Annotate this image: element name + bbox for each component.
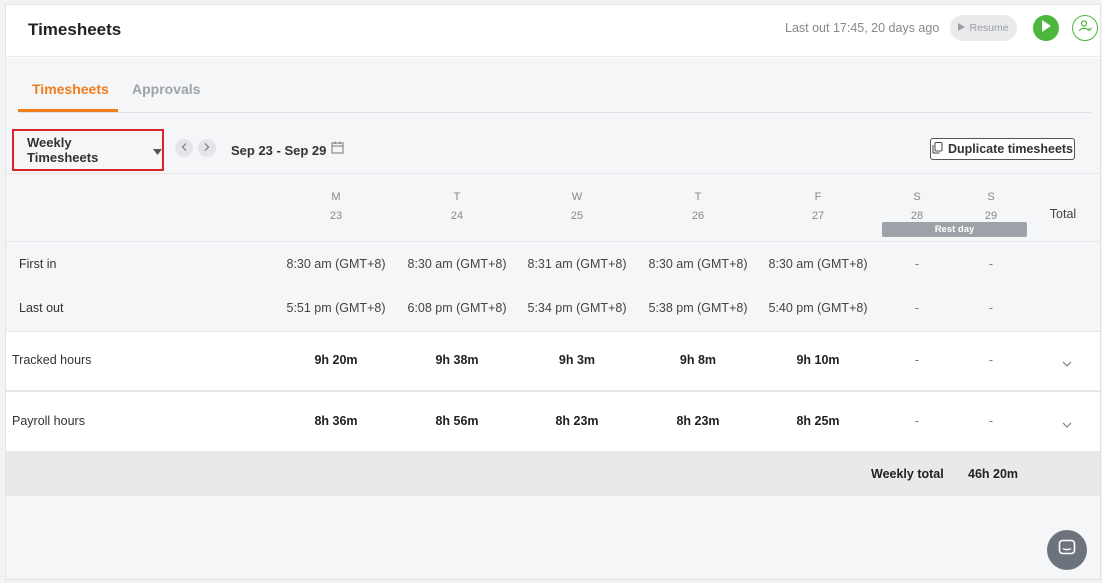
- tracked-hours-cell: 9h 20m: [314, 353, 358, 367]
- expand-tracked-chevron-icon[interactable]: [1061, 357, 1073, 369]
- user-profile-button[interactable]: [1072, 15, 1098, 41]
- chat-launcher-button[interactable]: [1047, 530, 1087, 570]
- last-out-status: Last out 17:45, 20 days ago: [785, 21, 940, 35]
- play-icon: [1041, 19, 1051, 37]
- day-header-tue: T 24: [450, 191, 464, 222]
- last-out-cell: 5:40 pm (GMT+8): [768, 301, 868, 315]
- calendar-icon[interactable]: [331, 141, 344, 159]
- main-content: Timesheets Approvals: [6, 58, 1100, 579]
- tracked-hours-cell: 9h 38m: [435, 353, 479, 367]
- active-tab-indicator: [18, 109, 118, 112]
- last-out-cell: 5:34 pm (GMT+8): [527, 301, 627, 315]
- chat-icon: [1058, 539, 1076, 562]
- weekly-total-value: 46h 20m: [968, 467, 1019, 481]
- tracked-hours-cell: 9h 10m: [796, 353, 840, 367]
- previous-week-button[interactable]: [175, 139, 193, 157]
- day-header-wed: W 25: [570, 191, 584, 222]
- last-out-cell: -: [988, 301, 994, 315]
- user-icon: [1078, 19, 1092, 38]
- duplicate-label: Duplicate timesheets: [947, 142, 1074, 156]
- resume-button[interactable]: Resume: [950, 15, 1017, 41]
- payroll-hours-label: Payroll hours: [12, 414, 85, 428]
- duplicate-timesheets-button[interactable]: Duplicate timesheets: [930, 138, 1075, 160]
- tab-approvals[interactable]: Approvals: [132, 81, 200, 97]
- resume-label: Resume: [969, 22, 1009, 34]
- day-header-sun: S 29: [984, 191, 998, 222]
- chevron-left-icon: [181, 142, 187, 154]
- tab-bar: Timesheets Approvals: [18, 58, 1091, 113]
- tracked-hours-cell: 9h 3m: [558, 353, 596, 367]
- view-select-dropdown[interactable]: Weekly Timesheets: [12, 129, 164, 171]
- play-small-icon: [958, 22, 966, 34]
- app-window: Timesheets Last out 17:45, 20 days ago R…: [5, 4, 1101, 580]
- last-out-cell: 5:38 pm (GMT+8): [648, 301, 748, 315]
- chevron-right-icon: [204, 142, 210, 154]
- payroll-hours-cell: -: [988, 414, 994, 428]
- date-range-label: Sep 23 - Sep 29: [231, 143, 327, 158]
- payroll-hours-cell: 8h 23m: [555, 414, 599, 428]
- header-divider: [6, 241, 1100, 242]
- tracked-hours-cell: -: [988, 353, 994, 367]
- day-header-fri: F 27: [811, 191, 825, 222]
- day-header-mon: M 23: [329, 191, 343, 222]
- start-timer-button[interactable]: [1033, 15, 1059, 41]
- first-in-cell: 8:30 am (GMT+8): [768, 257, 868, 271]
- first-in-cell: 8:30 am (GMT+8): [407, 257, 507, 271]
- top-header: Timesheets Last out 17:45, 20 days ago R…: [6, 5, 1100, 57]
- view-select-label: Weekly Timesheets: [27, 135, 99, 165]
- tracked-hours-cell: 9h 8m: [679, 353, 717, 367]
- first-in-cell: 8:30 am (GMT+8): [286, 257, 386, 271]
- next-week-button[interactable]: [198, 139, 216, 157]
- first-in-label: First in: [19, 257, 57, 271]
- payroll-hours-cell: 8h 23m: [676, 414, 720, 428]
- rest-day-badge: Rest day: [882, 222, 1027, 237]
- payroll-hours-cell: 8h 36m: [314, 414, 358, 428]
- expand-payroll-chevron-icon[interactable]: [1061, 418, 1073, 430]
- payroll-hours-cell: 8h 25m: [796, 414, 840, 428]
- copy-icon: [932, 141, 943, 157]
- last-out-cell: 5:51 pm (GMT+8): [286, 301, 386, 315]
- tracked-hours-label: Tracked hours: [12, 353, 92, 367]
- first-in-cell: 8:30 am (GMT+8): [648, 257, 748, 271]
- page-title: Timesheets: [28, 20, 122, 39]
- weekly-total-label: Weekly total: [871, 467, 944, 481]
- toolbar-divider: [6, 173, 1100, 174]
- last-out-cell: 6:08 pm (GMT+8): [407, 301, 507, 315]
- first-in-cell: -: [988, 257, 994, 271]
- last-out-label: Last out: [19, 301, 64, 315]
- payroll-hours-cell: 8h 56m: [435, 414, 479, 428]
- day-header-thu: T 26: [691, 191, 705, 222]
- caret-down-icon: [153, 143, 162, 158]
- total-column-header: Total: [1049, 207, 1077, 221]
- first-in-cell: 8:31 am (GMT+8): [527, 257, 627, 271]
- tab-timesheets[interactable]: Timesheets: [32, 81, 109, 97]
